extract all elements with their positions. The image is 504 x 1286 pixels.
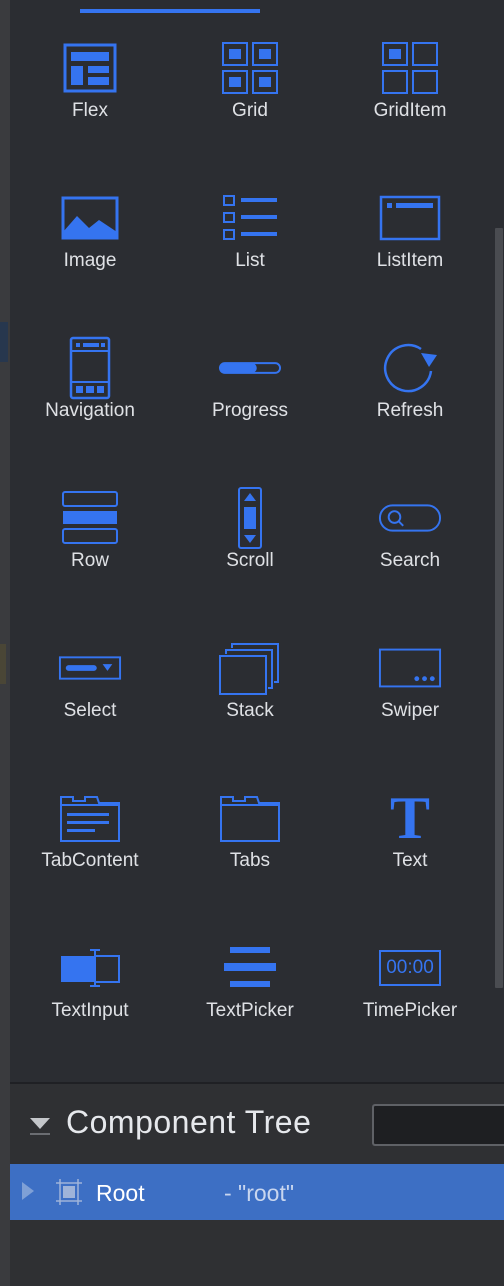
text-glyph: T <box>389 785 431 851</box>
palette-item-label: Tabs <box>229 850 271 871</box>
text-input-icon <box>58 938 122 998</box>
select-icon <box>58 638 122 698</box>
palette-item-list[interactable]: List <box>170 150 330 300</box>
palette-item-label: Text <box>392 850 428 871</box>
scroll-icon <box>218 487 282 549</box>
palette-item-label: Scroll <box>226 550 274 571</box>
palette-item-image[interactable]: Image <box>10 150 170 300</box>
list-item-icon <box>378 188 442 248</box>
progress-icon <box>218 338 282 398</box>
root-component-icon <box>56 1179 82 1205</box>
grid-icon <box>218 38 282 98</box>
palette-item-navigation[interactable]: Navigation <box>10 300 170 450</box>
palette-scrollbar[interactable] <box>492 0 504 1082</box>
time-picker-icon: 00:00 <box>378 938 442 998</box>
flex-icon <box>58 38 122 98</box>
palette-item-tabcontent[interactable]: TabContent <box>10 750 170 900</box>
palette-item-select[interactable]: Select <box>10 600 170 750</box>
palette-item-text[interactable]: T Text <box>330 750 490 900</box>
palette-item-label: Row <box>70 550 109 571</box>
palette-item-scroll[interactable]: Scroll <box>170 450 330 600</box>
palette-item-refresh[interactable]: Refresh <box>330 300 490 450</box>
palette-item-swiper[interactable]: Swiper <box>330 600 490 750</box>
palette-item-label: Select <box>63 700 117 721</box>
palette-item-label: ListItem <box>376 250 444 271</box>
palette-item-griditem[interactable]: GridItem <box>330 0 490 150</box>
palette-item-label: Search <box>379 550 441 571</box>
palette-item-row[interactable]: Row <box>10 450 170 600</box>
grid-item-icon <box>378 38 442 98</box>
palette-item-listitem[interactable]: ListItem <box>330 150 490 300</box>
time-picker-display: 00:00 <box>386 957 434 978</box>
palette-item-label: GridItem <box>373 100 447 121</box>
palette-item-progress[interactable]: Progress <box>170 300 330 450</box>
tabs-icon <box>218 788 282 848</box>
collapse-underline <box>30 1133 50 1135</box>
palette-item-label: Navigation <box>45 400 135 421</box>
list-icon <box>218 188 282 248</box>
palette-item-label: Refresh <box>376 400 444 421</box>
palette-item-label: Flex <box>72 100 108 121</box>
search-icon <box>378 488 442 548</box>
palette-item-label: List <box>235 250 265 271</box>
collapse-arrow-icon[interactable] <box>30 1118 50 1129</box>
palette-item-timepicker[interactable]: 00:00 TimePicker <box>330 900 490 1050</box>
navigation-icon <box>58 336 122 400</box>
palette-item-label: Stack <box>226 700 274 721</box>
tree-node-id: - "root" <box>224 1180 295 1206</box>
palette-item-textpicker[interactable]: TextPicker <box>170 900 330 1050</box>
text-icon: T <box>378 788 442 848</box>
palette-item-label: TimePicker <box>362 1000 458 1021</box>
row-icon <box>58 488 122 548</box>
left-edge-marker-2 <box>0 644 6 684</box>
palette-item-grid[interactable]: Grid <box>170 0 330 150</box>
left-edge-panel <box>0 0 10 1286</box>
palette-item-label: TabContent <box>41 850 139 871</box>
left-edge-marker <box>0 322 8 362</box>
image-icon <box>58 188 122 248</box>
component-tree-search-input[interactable] <box>372 1104 504 1146</box>
component-tree-title: Component Tree <box>66 1104 312 1140</box>
palette-scrollbar-thumb[interactable] <box>495 228 503 988</box>
text-picker-icon <box>218 938 282 998</box>
palette-item-label: Progress <box>211 400 289 421</box>
palette-item-tabs[interactable]: Tabs <box>170 750 330 900</box>
palette-item-label: Swiper <box>380 700 440 721</box>
palette-item-search[interactable]: Search <box>330 450 490 600</box>
tree-node-label: Root <box>96 1180 145 1206</box>
component-tree-header: Component Tree <box>10 1084 504 1164</box>
refresh-icon <box>378 338 442 398</box>
swiper-icon <box>378 638 442 698</box>
palette-item-label: TextPicker <box>206 1000 294 1021</box>
component-tree-body <box>10 1220 504 1286</box>
palette-item-textinput[interactable]: TextInput <box>10 900 170 1050</box>
tree-node-root[interactable]: Root - "root" <box>10 1164 504 1220</box>
palette-item-stack[interactable]: Stack <box>170 600 330 750</box>
expand-arrow-icon[interactable] <box>22 1182 34 1200</box>
component-palette: Flex Grid GridItem Image List ListItem N… <box>10 0 504 1082</box>
tab-content-icon <box>58 788 122 848</box>
palette-item-label: Grid <box>232 100 268 121</box>
palette-item-flex[interactable]: Flex <box>10 0 170 150</box>
palette-item-label: Image <box>63 250 117 271</box>
palette-item-label: TextInput <box>51 1000 129 1021</box>
stack-icon <box>218 638 282 698</box>
